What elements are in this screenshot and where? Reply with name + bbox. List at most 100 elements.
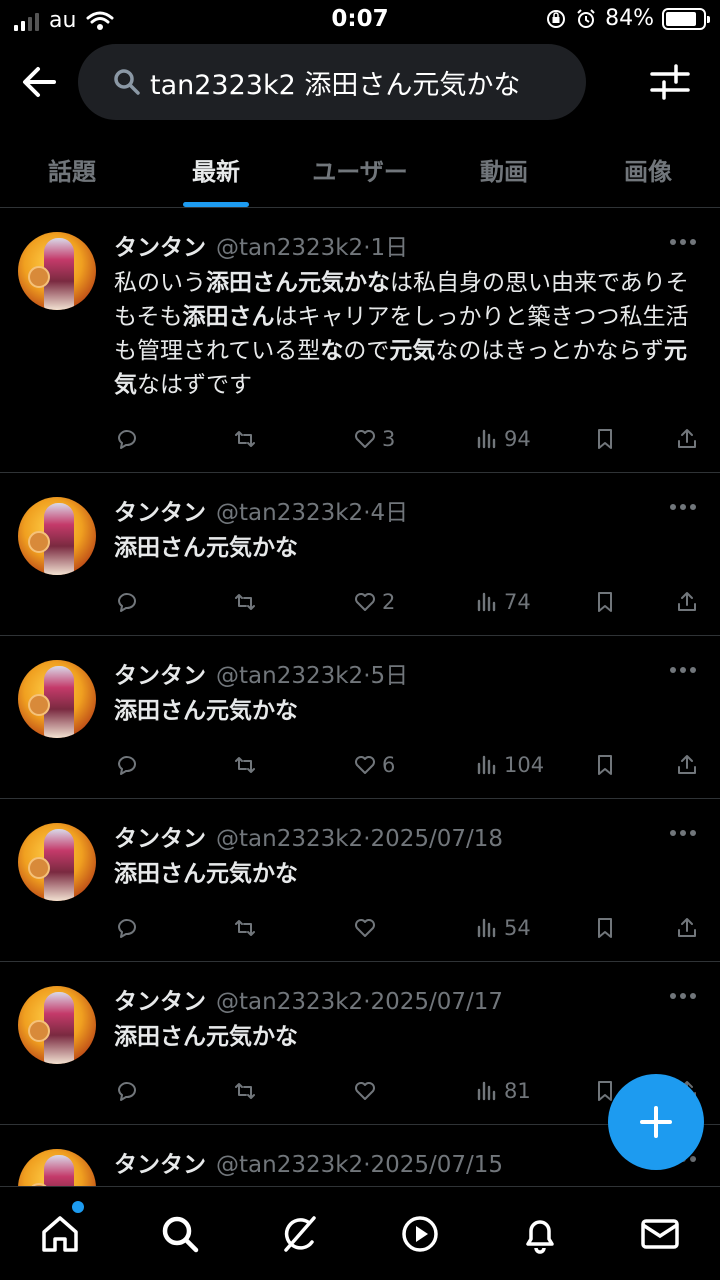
repost-icon	[235, 431, 255, 447]
avatar[interactable]	[18, 1149, 96, 1188]
tab-videos[interactable]: 動画	[432, 124, 576, 207]
post[interactable]: タンタン @tan2323k2 ·2025/07/18 添田さん元気かな 54	[0, 799, 720, 962]
avatar[interactable]	[18, 986, 96, 1064]
like-count: 3	[382, 427, 396, 451]
avatar[interactable]	[18, 232, 96, 310]
reply-button[interactable]	[114, 752, 140, 778]
repost-button[interactable]	[232, 426, 258, 452]
views-button[interactable]: 104	[474, 752, 544, 778]
avatar[interactable]	[18, 497, 96, 575]
share-icon	[678, 755, 696, 774]
nav-search[interactable]	[120, 1187, 240, 1280]
repost-button[interactable]	[232, 915, 258, 941]
avatar[interactable]	[18, 660, 96, 738]
post[interactable]: タンタン @tan2323k2 ·4日 添田さん元気かな 2 74	[0, 473, 720, 636]
post-text: 添田さん元気かな	[114, 698, 298, 724]
post-text-segment: 添田さん元気かな	[206, 270, 390, 296]
post[interactable]: タンタン @tan2323k2 ·5日 添田さん元気かな 6 104	[0, 636, 720, 799]
reply-icon	[118, 919, 136, 938]
bookmark-button[interactable]	[592, 752, 618, 778]
views-button[interactable]: 81	[474, 1078, 531, 1104]
nav-video[interactable]	[360, 1187, 480, 1280]
share-button[interactable]	[674, 752, 700, 778]
post-text: 添田さん元気かな	[114, 535, 298, 561]
more-options-icon[interactable]	[670, 497, 700, 517]
bookmark-button[interactable]	[592, 589, 618, 615]
avatar[interactable]	[18, 823, 96, 901]
author-name[interactable]: タンタン	[114, 1145, 206, 1179]
tab-top[interactable]: 話題	[0, 124, 144, 207]
post-actions: 54	[114, 901, 696, 961]
author-handle[interactable]: @tan2323k2	[216, 1152, 363, 1178]
grok-icon	[284, 1215, 316, 1252]
repost-button[interactable]	[232, 1078, 258, 1104]
filter-icon[interactable]	[648, 60, 692, 104]
plus-icon	[640, 1106, 672, 1138]
tab-images[interactable]: 画像	[576, 124, 720, 207]
author-handle[interactable]: @tan2323k2	[216, 826, 363, 852]
author-handle[interactable]: @tan2323k2	[216, 663, 363, 689]
search-input[interactable]	[150, 66, 586, 98]
share-button[interactable]	[674, 915, 700, 941]
more-options-icon[interactable]	[670, 660, 700, 680]
back-arrow-icon[interactable]	[18, 60, 62, 104]
video-icon	[402, 1215, 438, 1252]
post-feed: タンタン @tan2323k2 ·1日 私のいう添田さん元気かなは私自身の思い由…	[0, 208, 720, 1188]
author-name[interactable]: タンタン	[114, 656, 206, 690]
views-count: 74	[504, 590, 531, 614]
post-date: ·2025/07/15	[363, 1152, 504, 1178]
reply-button[interactable]	[114, 1078, 140, 1104]
author-handle[interactable]: @tan2323k2	[216, 235, 363, 261]
tab-latest[interactable]: 最新	[144, 124, 288, 207]
reply-button[interactable]	[114, 426, 140, 452]
nav-home[interactable]	[0, 1187, 120, 1280]
repost-button[interactable]	[232, 589, 258, 615]
author-name[interactable]: タンタン	[114, 228, 206, 262]
nav-messages[interactable]	[600, 1187, 720, 1280]
nav-notifications[interactable]	[480, 1187, 600, 1280]
author-name[interactable]: タンタン	[114, 982, 206, 1016]
compose-button[interactable]	[608, 1074, 704, 1170]
reply-button[interactable]	[114, 915, 140, 941]
post-date: ·2025/07/17	[363, 989, 504, 1015]
search-header	[0, 40, 720, 124]
post-meta: タンタン @tan2323k2 ·4日	[114, 493, 694, 527]
post-meta: タンタン @tan2323k2 ·2025/07/17	[114, 982, 694, 1016]
author-name[interactable]: タンタン	[114, 493, 206, 527]
share-button[interactable]	[674, 426, 700, 452]
author-handle[interactable]: @tan2323k2	[216, 500, 363, 526]
like-button[interactable]	[352, 1078, 382, 1104]
bookmark-button[interactable]	[592, 426, 618, 452]
more-options-icon[interactable]	[670, 986, 700, 1006]
views-button[interactable]: 54	[474, 915, 531, 941]
post-meta: タンタン @tan2323k2 ·2025/07/18	[114, 819, 694, 853]
more-options-icon[interactable]	[670, 823, 700, 843]
nav-grok[interactable]	[240, 1187, 360, 1280]
like-count: 6	[382, 753, 396, 777]
views-icon	[477, 755, 496, 775]
reply-icon	[118, 430, 136, 449]
views-button[interactable]: 74	[474, 589, 531, 615]
like-button[interactable]	[352, 915, 382, 941]
like-button[interactable]: 3	[352, 426, 395, 452]
views-button[interactable]: 94	[474, 426, 531, 452]
bookmark-icon	[598, 592, 612, 612]
messages-icon	[641, 1218, 679, 1249]
post-meta: タンタン @tan2323k2 ·1日	[114, 228, 694, 262]
post-actions: 3 94	[114, 412, 696, 472]
post-actions: 81	[114, 1064, 696, 1124]
share-button[interactable]	[674, 589, 700, 615]
post-text-segment: な	[320, 338, 344, 364]
author-name[interactable]: タンタン	[114, 819, 206, 853]
views-icon	[477, 429, 496, 449]
post[interactable]: タンタン @tan2323k2 ·1日 私のいう添田さん元気かなは私自身の思い由…	[0, 208, 720, 473]
tab-users[interactable]: ユーザー	[288, 124, 432, 207]
bookmark-button[interactable]	[592, 915, 618, 941]
search-bar[interactable]	[78, 44, 586, 120]
more-options-icon[interactable]	[670, 232, 700, 252]
author-handle[interactable]: @tan2323k2	[216, 989, 363, 1015]
reply-button[interactable]	[114, 589, 140, 615]
like-button[interactable]: 2	[352, 589, 395, 615]
repost-button[interactable]	[232, 752, 258, 778]
like-button[interactable]: 6	[352, 752, 395, 778]
